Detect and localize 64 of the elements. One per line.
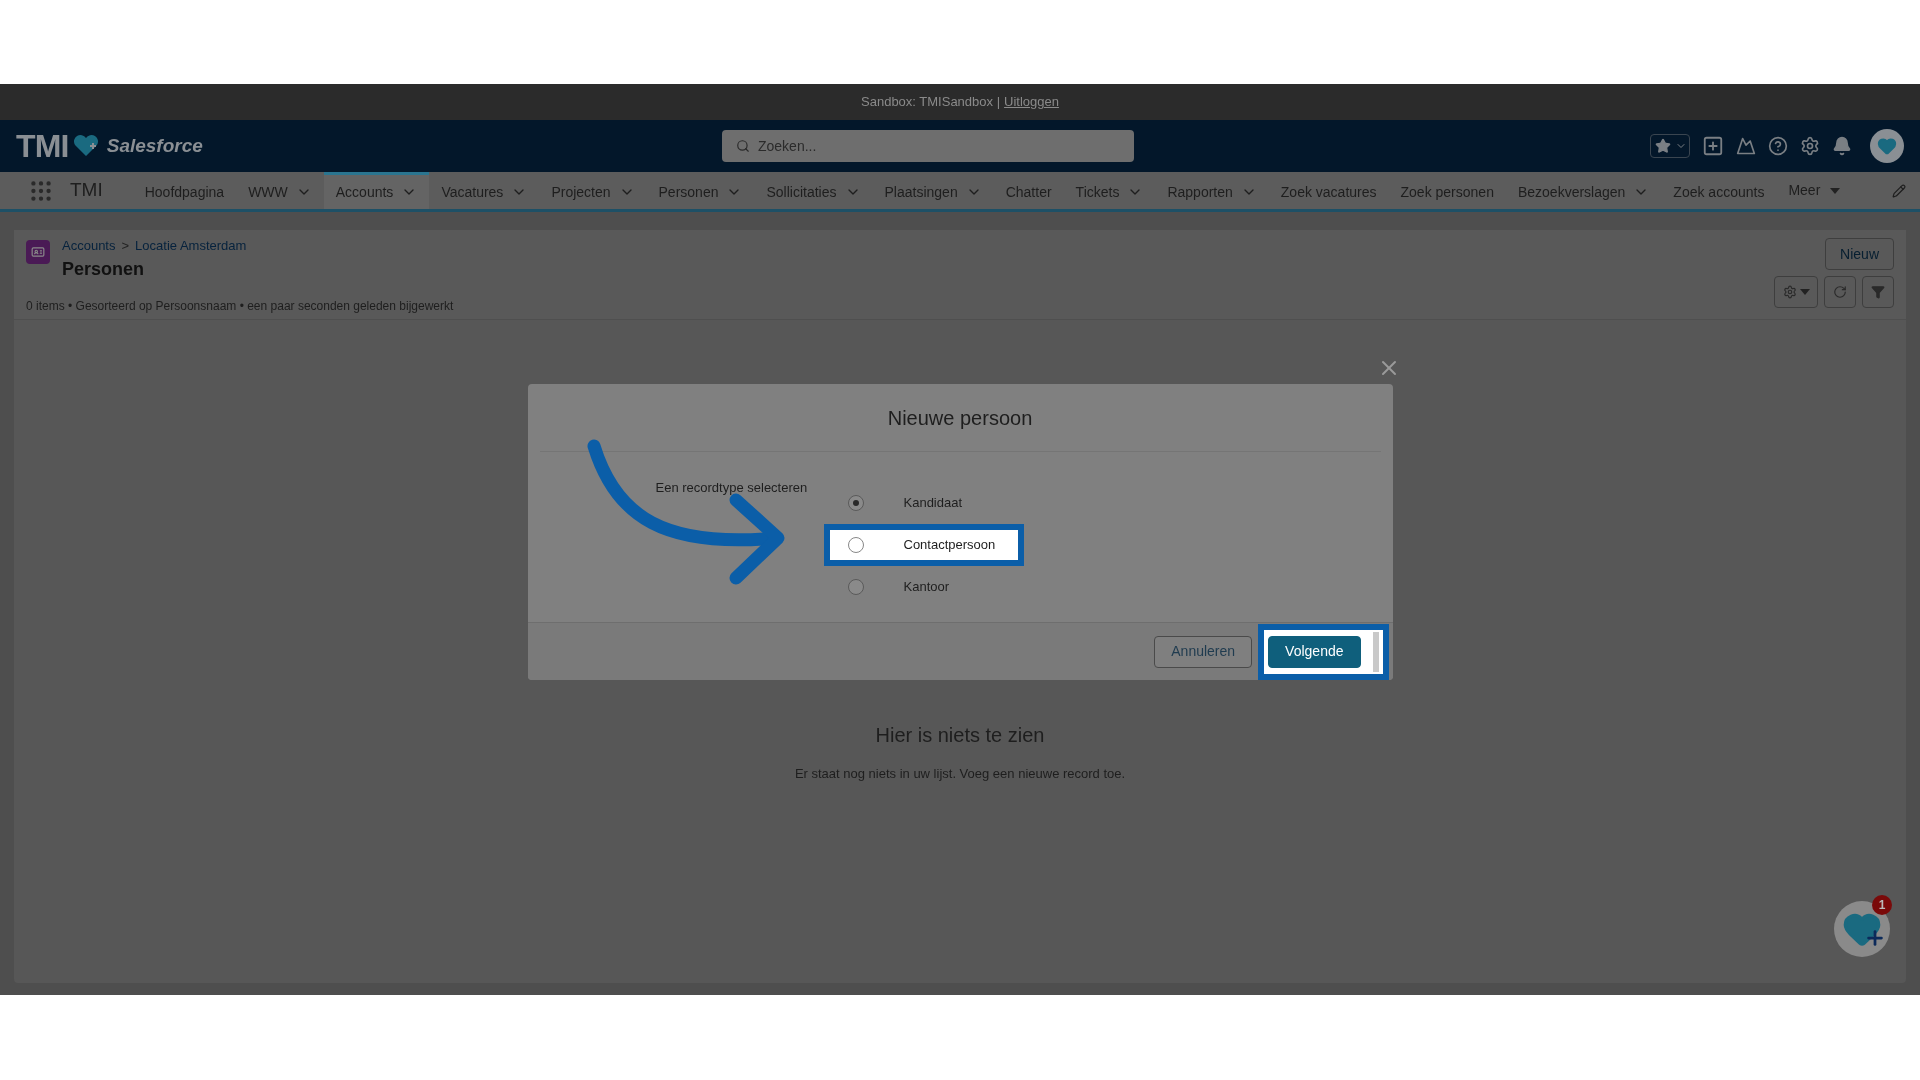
- breadcrumb-link[interactable]: Locatie Amsterdam: [135, 236, 247, 256]
- breadcrumb-link[interactable]: Accounts: [62, 236, 116, 256]
- nav-tab[interactable]: Accounts: [323, 172, 430, 209]
- record-type-label: Een recordtype selecteren: [655, 479, 809, 497]
- filter-icon: [1871, 285, 1885, 299]
- heart-plus-logo-icon: [72, 134, 99, 158]
- caret-icon: [1830, 187, 1841, 194]
- nav-tab[interactable]: WWW: [236, 172, 324, 209]
- logo-text: TMI: [16, 127, 69, 166]
- radio-label: Kantoor: [903, 578, 950, 597]
- nav-tab[interactable]: Projecten: [539, 172, 647, 209]
- more-menu[interactable]: Meer: [1776, 172, 1853, 209]
- app-name: TMI: [70, 178, 103, 203]
- settings-icon[interactable]: [1800, 136, 1820, 156]
- nav-tab[interactable]: Zoek personen: [1388, 172, 1506, 209]
- assistant-button[interactable]: [1834, 901, 1890, 957]
- radio-label: Kandidaat: [903, 494, 963, 513]
- nav-tab[interactable]: Chatter: [993, 172, 1064, 209]
- heart-icon: [1877, 136, 1897, 156]
- avatar[interactable]: [1870, 129, 1904, 163]
- nav-tab[interactable]: Sollicitaties: [754, 172, 873, 209]
- plus-icon: [1864, 927, 1886, 949]
- cancel-button[interactable]: Annuleren: [1154, 635, 1253, 668]
- nav-tab[interactable]: Zoek accounts: [1661, 172, 1777, 209]
- nav-tab[interactable]: Personen: [646, 172, 755, 209]
- radio-button[interactable]: [847, 537, 864, 553]
- refresh-icon: [1833, 285, 1847, 299]
- settings-icon: [1782, 285, 1797, 299]
- modal-title: Nieuwe persoon: [887, 405, 1033, 431]
- search-field[interactable]: Zoeken...: [722, 130, 1134, 162]
- nav-tab[interactable]: Vacatures: [429, 172, 540, 209]
- page-title: Personen: [62, 257, 146, 281]
- radio-button[interactable]: [847, 579, 864, 595]
- nav-tab[interactable]: Plaatsingen: [872, 172, 994, 209]
- add-icon[interactable]: [1702, 135, 1724, 157]
- nav-tab[interactable]: Zoek vacatures: [1268, 172, 1389, 209]
- empty-state-title: Hier is niets te zien: [875, 723, 1045, 748]
- next-button[interactable]: Volgende: [1268, 635, 1361, 668]
- star-icon: [1655, 138, 1671, 154]
- breadcrumb-separator: >: [121, 237, 130, 255]
- favorites-button[interactable]: [1650, 134, 1690, 158]
- sandbox-label: Sandbox: TMISandbox |: [861, 93, 1001, 112]
- edit-icon[interactable]: [1892, 183, 1906, 198]
- nav-tab[interactable]: Tickets: [1063, 172, 1156, 209]
- nav-tab[interactable]: Hoofdpagina: [132, 172, 237, 209]
- caret-icon: [1799, 289, 1810, 295]
- nav-tab[interactable]: Rapporten: [1155, 172, 1269, 209]
- help-icon[interactable]: [1768, 136, 1788, 156]
- notification-badge: 1: [1872, 895, 1892, 915]
- mountain-icon[interactable]: [1736, 136, 1756, 156]
- bell-icon[interactable]: [1832, 136, 1852, 156]
- radio-button[interactable]: [847, 495, 864, 511]
- filter-button[interactable]: [1862, 276, 1894, 308]
- id-card-icon: [31, 245, 45, 259]
- search-icon: [736, 139, 750, 153]
- settings-button[interactable]: [1774, 276, 1818, 308]
- refresh-button[interactable]: [1824, 276, 1856, 308]
- new-button[interactable]: Nieuw: [1825, 238, 1894, 270]
- brand-text: Salesforce: [106, 133, 203, 158]
- logout-link[interactable]: Uitloggen: [1004, 92, 1059, 112]
- scrollbar-strip: [1372, 631, 1379, 672]
- radio-label: Contactpersoon: [903, 536, 996, 555]
- list-meta-text: 0 items • Gesorteerd op Persoonsnaam • een paar seconden geleden bijgewerkt: [26, 297, 454, 315]
- nav-tab[interactable]: Bezoekverslagen: [1505, 172, 1662, 209]
